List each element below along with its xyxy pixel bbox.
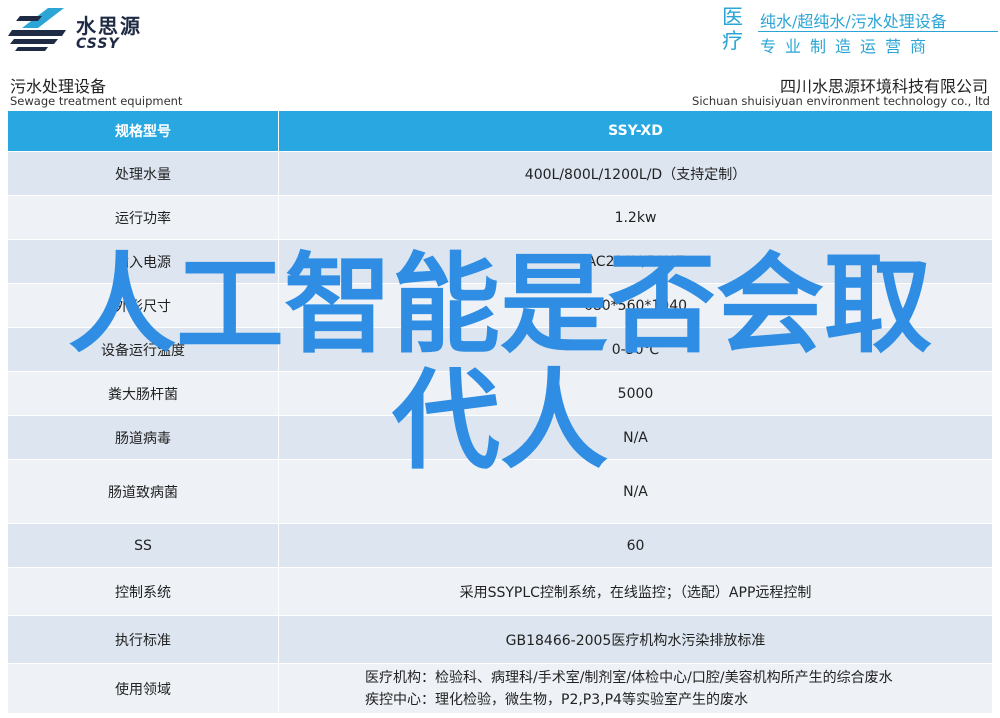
brand-name-en: CSSY (76, 36, 120, 52)
table-row: 肠道病毒 N/A (7, 415, 993, 460)
spec-table: 规格型号 SSY-XD 处理水量 400L/800L/1200L/D（支持定制）… (7, 110, 993, 714)
row-key: 执行标准 (7, 615, 279, 664)
table-header-row: 规格型号 SSY-XD (7, 110, 993, 152)
table-row: 外形尺寸 680*560*1040 (7, 283, 993, 328)
row-key: 设备运行温度 (7, 327, 279, 372)
row-value: 1.2kw (278, 195, 993, 240)
row-value: 400L/800L/1200L/D（支持定制） (278, 151, 993, 196)
row-value: 60 (278, 523, 993, 568)
company-name-en: Sichuan shuisiyuan environment technolog… (692, 94, 990, 108)
usage-line-1: 医疗机构：检验科、病理科/手术室/制剂室/体检中心/口腔/美容机构所产生的综合废… (365, 669, 893, 686)
row-key: 外形尺寸 (7, 283, 279, 328)
tagline-divider (758, 31, 998, 32)
row-key: SS (7, 523, 279, 568)
tagline-line2: 专业制造运营商 (760, 37, 936, 56)
header-value-cell: SSY-XD (278, 110, 993, 152)
table-row: 设备运行温度 0-50℃ (7, 327, 993, 372)
header-key-cell: 规格型号 (7, 110, 279, 152)
row-value: 0-50℃ (278, 327, 993, 372)
row-value-usage: 医疗机构：检验科、病理科/手术室/制剂室/体检中心/口腔/美容机构所产生的综合废… (278, 663, 993, 714)
header-tagline: 医疗 纯水/超纯水/污水处理设备 专业制造运营商 (722, 5, 998, 56)
table-row: 运行功率 1.2kw (7, 195, 993, 240)
row-value: N/A (278, 415, 993, 460)
row-key: 控制系统 (7, 567, 279, 616)
row-key: 粪大肠杆菌 (7, 371, 279, 416)
row-value: 5000 (278, 371, 993, 416)
row-key: 肠道病毒 (7, 415, 279, 460)
row-value: GB18466-2005医疗机构水污染排放标准 (278, 615, 993, 664)
table-row: 输入电源 AC220V/50HZ (7, 239, 993, 284)
row-value: 采用SSYPLC控制系统，在线监控；（选配）APP远程控制 (278, 567, 993, 616)
table-row: 使用领域 医疗机构：检验科、病理科/手术室/制剂室/体检中心/口腔/美容机构所产… (7, 663, 993, 714)
brand-logo: 水思源 CSSY (8, 6, 148, 52)
brand-name-cn: 水思源 (76, 14, 142, 38)
row-key: 肠道致病菌 (7, 459, 279, 524)
table-row: 肠道致病菌 N/A (7, 459, 993, 524)
table-row: 执行标准 GB18466-2005医疗机构水污染排放标准 (7, 615, 993, 664)
table-row: 处理水量 400L/800L/1200L/D（支持定制） (7, 151, 993, 196)
row-key: 处理水量 (7, 151, 279, 196)
row-value: N/A (278, 459, 993, 524)
table-row: 控制系统 采用SSYPLC控制系统，在线监控；（选配）APP远程控制 (7, 567, 993, 616)
water-drop-logo-icon (8, 8, 66, 51)
row-key: 输入电源 (7, 239, 279, 284)
section-title-en: Sewage treatment equipment (10, 94, 183, 108)
row-value: 680*560*1040 (278, 283, 993, 328)
tagline-line1: 纯水/超纯水/污水处理设备 (760, 12, 947, 31)
row-key: 运行功率 (7, 195, 279, 240)
tagline-big-chars: 医疗 (722, 5, 743, 53)
table-row: 粪大肠杆菌 5000 (7, 371, 993, 416)
usage-line-2: 疾控中心：理化检验，微生物，P2,P3,P4等实验室产生的废水 (365, 691, 748, 708)
row-key: 使用领域 (7, 663, 279, 714)
row-value: AC220V/50HZ (278, 239, 993, 284)
table-row: SS 60 (7, 523, 993, 568)
